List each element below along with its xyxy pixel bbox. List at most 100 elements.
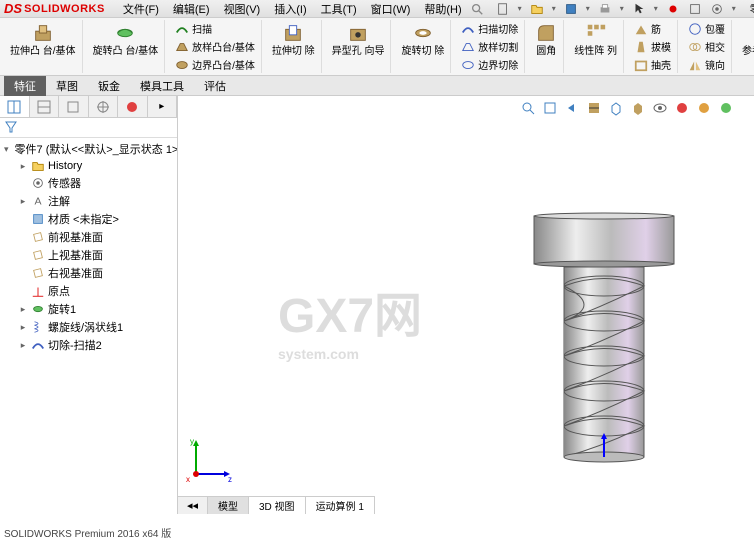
viewport[interactable]: GX7网 system.com bbox=[178, 96, 754, 514]
menu-view[interactable]: 视图(V) bbox=[218, 0, 267, 18]
view-orient-icon[interactable] bbox=[608, 100, 624, 116]
sweep-cut-button[interactable]: 扫描切除 bbox=[459, 20, 520, 37]
menu-bar: 文件(F) 编辑(E) 视图(V) 插入(I) 工具(T) 窗口(W) 帮助(H… bbox=[117, 0, 484, 18]
tab-sketch[interactable]: 草图 bbox=[46, 76, 88, 96]
loft-cut-button[interactable]: 放样切割 bbox=[459, 38, 520, 55]
expand-icon[interactable]: ▸ bbox=[18, 304, 28, 315]
sidebar-tab-dim[interactable] bbox=[89, 96, 119, 117]
expand-icon[interactable]: ▸ bbox=[18, 161, 28, 172]
tree-annotations[interactable]: ▸A注解 bbox=[2, 192, 175, 210]
svg-text:z: z bbox=[228, 475, 232, 484]
save-icon[interactable] bbox=[564, 2, 578, 16]
sensor-icon bbox=[31, 176, 45, 190]
chevron-right-icon: ▸ bbox=[159, 101, 164, 112]
config-icon bbox=[65, 99, 81, 115]
hide-show-icon[interactable] bbox=[652, 100, 668, 116]
display-style-icon[interactable] bbox=[630, 100, 646, 116]
expand-icon[interactable]: ▸ bbox=[18, 196, 28, 207]
tab-model[interactable]: 模型 bbox=[208, 497, 249, 514]
tree-origin[interactable]: 原点 bbox=[2, 282, 175, 300]
draft-icon bbox=[634, 40, 648, 54]
boundary-cut-button[interactable]: 边界切除 bbox=[459, 56, 520, 73]
feature-tree-panel: ▸ ▾零件7 (默认<<默认>_显示状态 1>) ▸History 传感器 ▸A… bbox=[0, 96, 178, 514]
menu-tools[interactable]: 工具(T) bbox=[315, 0, 363, 18]
shell-button[interactable]: 抽壳 bbox=[632, 56, 673, 73]
new-icon[interactable] bbox=[496, 2, 510, 16]
tree-material[interactable]: 材质 <未指定> bbox=[2, 210, 175, 228]
expand-icon[interactable]: ▸ bbox=[18, 322, 28, 333]
menu-insert[interactable]: 插入(I) bbox=[268, 0, 312, 18]
boundary-button[interactable]: 边界凸台/基体 bbox=[173, 56, 257, 73]
print-icon[interactable] bbox=[598, 2, 612, 16]
loft-button[interactable]: 放样凸台/基体 bbox=[173, 38, 257, 55]
section-icon[interactable] bbox=[586, 100, 602, 116]
wrap-icon bbox=[688, 22, 702, 36]
search-icon[interactable] bbox=[470, 2, 484, 16]
tree-helix[interactable]: ▸螺旋线/涡状线1 bbox=[2, 318, 175, 336]
fillet-icon bbox=[535, 22, 557, 44]
mirror-button[interactable]: 镜向 bbox=[686, 56, 727, 73]
tree-root[interactable]: ▾零件7 (默认<<默认>_显示状态 1>) bbox=[2, 140, 175, 158]
tab-sheet[interactable]: 钣金 bbox=[88, 76, 130, 96]
sidebar-tab-expand[interactable]: ▸ bbox=[148, 96, 178, 117]
zoom-area-icon[interactable] bbox=[542, 100, 558, 116]
sidebar-tab-config[interactable] bbox=[59, 96, 89, 117]
expand-icon[interactable]: ▸ bbox=[18, 340, 28, 351]
sidebar-tab-appear[interactable] bbox=[118, 96, 148, 117]
revolve-cut-button[interactable]: 旋转切 除 bbox=[399, 20, 446, 59]
tree-front-plane[interactable]: 前视基准面 bbox=[2, 228, 175, 246]
fillet-button[interactable]: 圆角 bbox=[533, 20, 559, 59]
view-settings-icon[interactable] bbox=[718, 100, 734, 116]
tab-mold[interactable]: 模具工具 bbox=[130, 76, 194, 96]
menu-edit[interactable]: 编辑(E) bbox=[167, 0, 216, 18]
filter-icon[interactable] bbox=[4, 120, 18, 134]
rebuild-icon[interactable] bbox=[666, 2, 680, 16]
tree-right-plane[interactable]: 右视基准面 bbox=[2, 264, 175, 282]
tab-nav-prev[interactable]: ◂◂ bbox=[178, 497, 208, 514]
extrude-cut-button[interactable]: 拉伸切 除 bbox=[270, 20, 317, 59]
menu-file[interactable]: 文件(F) bbox=[117, 0, 165, 18]
tab-3dview[interactable]: 3D 视图 bbox=[249, 497, 306, 514]
collapse-icon[interactable]: ▾ bbox=[4, 144, 9, 155]
ref-geometry-button[interactable]: 参考几 何体 bbox=[740, 20, 754, 59]
sweep-button[interactable]: 扫描 bbox=[173, 20, 257, 37]
scene-icon[interactable] bbox=[696, 100, 712, 116]
edit-appear-icon[interactable] bbox=[674, 100, 690, 116]
plane-icon bbox=[31, 248, 45, 262]
extrude-boss-button[interactable]: 拉伸凸 台/基体 bbox=[8, 20, 78, 59]
plane-icon bbox=[31, 266, 45, 280]
menu-help[interactable]: 帮助(H) bbox=[418, 0, 467, 18]
zoom-fit-icon[interactable] bbox=[520, 100, 536, 116]
draft-button[interactable]: 拔模 bbox=[632, 38, 673, 55]
sidebar-tab-tree[interactable] bbox=[0, 96, 30, 117]
tab-motion[interactable]: 运动算例 1 bbox=[306, 497, 375, 514]
options-icon[interactable] bbox=[688, 2, 702, 16]
title-bar: DS SOLIDWORKS 文件(F) 编辑(E) 视图(V) 插入(I) 工具… bbox=[0, 0, 754, 18]
wrap-button[interactable]: 包覆 bbox=[686, 20, 727, 37]
tab-feature[interactable]: 特征 bbox=[4, 76, 46, 96]
settings-icon[interactable] bbox=[710, 2, 724, 16]
hole-wizard-button[interactable]: 异型孔 向导 bbox=[330, 20, 387, 59]
parts-dropdown[interactable]: 零件... bbox=[744, 0, 754, 18]
menu-window[interactable]: 窗口(W) bbox=[365, 0, 417, 18]
sidebar-tab-property[interactable] bbox=[30, 96, 60, 117]
tree-top-plane[interactable]: 上视基准面 bbox=[2, 246, 175, 264]
tree-revolve1[interactable]: ▸旋转1 bbox=[2, 300, 175, 318]
material-icon bbox=[31, 212, 45, 226]
tree-history[interactable]: ▸History bbox=[2, 158, 175, 174]
tree-cut-sweep[interactable]: ▸切除-扫描2 bbox=[2, 336, 175, 354]
tab-eval[interactable]: 评估 bbox=[194, 76, 236, 96]
revolve-boss-button[interactable]: 旋转凸 台/基体 bbox=[91, 20, 161, 59]
extrude-cut-icon bbox=[282, 22, 304, 44]
rib-button[interactable]: 筋 bbox=[632, 20, 673, 37]
app-logo: DS SOLIDWORKS bbox=[4, 1, 105, 16]
pattern-button[interactable]: 线性阵 列 bbox=[572, 20, 619, 59]
rib-icon bbox=[634, 22, 648, 36]
cursor-icon[interactable] bbox=[632, 2, 646, 16]
prev-view-icon[interactable] bbox=[564, 100, 580, 116]
orientation-triad[interactable]: y z x bbox=[186, 434, 236, 484]
open-icon[interactable] bbox=[530, 2, 544, 16]
intersect-button[interactable]: 相交 bbox=[686, 38, 727, 55]
tree-sensors[interactable]: 传感器 bbox=[2, 174, 175, 192]
watermark: GX7网 system.com bbox=[278, 276, 422, 362]
